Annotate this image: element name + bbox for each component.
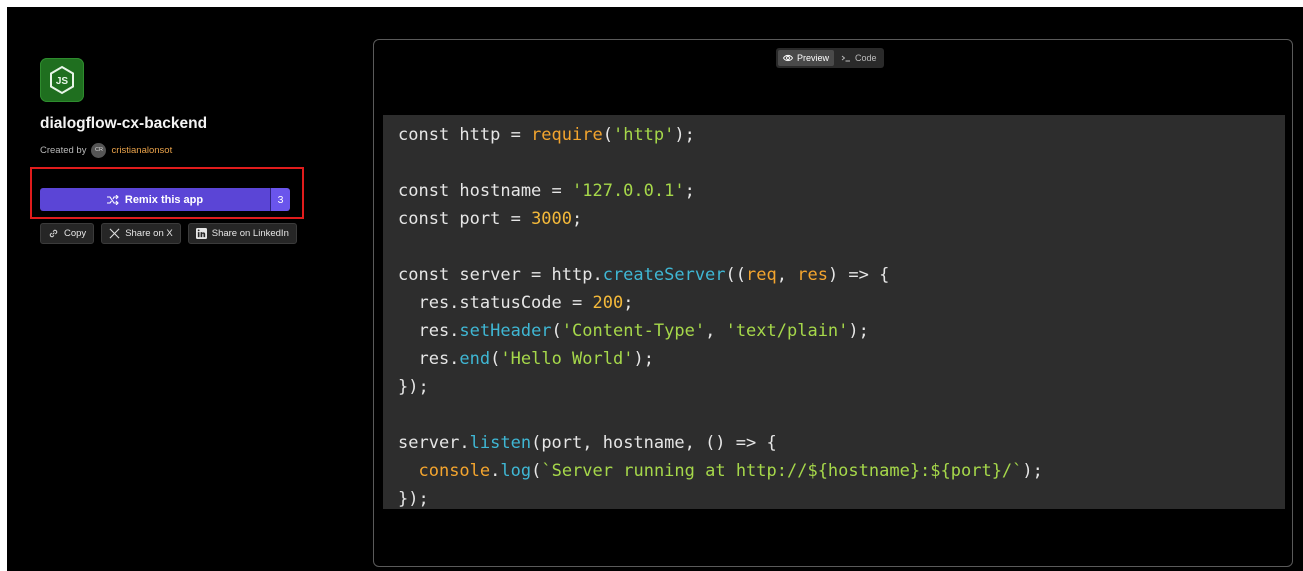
code-line: const port = 3000; [398,209,583,229]
tab-preview[interactable]: Preview [778,50,835,66]
code-line: const server = http.createServer((req, r… [398,265,890,285]
app-page: JS dialogflow-cx-backend Created by CR c… [7,7,1303,571]
nodejs-icon: JS [40,58,84,102]
share-row: Copy Share on X Share on LinkedIn [40,223,297,244]
share-x-button[interactable]: Share on X [101,223,181,244]
code-block: const http = require('http'); ​ const host… [383,115,1285,509]
creator-link[interactable]: cristianalonsot [111,145,172,156]
svg-text:JS: JS [56,76,69,87]
tab-preview-label: Preview [797,53,830,63]
remix-label: Remix this app [124,193,204,206]
created-by: Created by CR cristianalonsot [40,142,172,158]
tab-code-label: Code [855,53,877,63]
copy-label: Copy [64,228,87,239]
remix-button-group[interactable]: Remix this app 3 [40,188,290,211]
code-line: ​ [398,149,1285,177]
code-line: ​ [398,233,1285,261]
link-icon [49,229,58,238]
code-line: }); [398,489,429,509]
share-x-label: Share on X [125,228,173,239]
copy-button[interactable]: Copy [40,223,95,244]
shuffle-icon [106,194,119,205]
code-line: server.listen(port, hostname, () => { [398,433,777,453]
tab-code[interactable]: Code [836,50,882,66]
app-title: dialogflow-cx-backend [40,115,208,132]
code-line: res.statusCode = 200; [398,293,634,313]
code-line: res.end('Hello World'); [398,349,654,369]
preview-panel: Preview Code const http = require('http'… [373,39,1293,567]
terminal-icon [841,55,851,62]
x-logo-icon [109,228,120,239]
remix-button[interactable]: Remix this app [40,188,270,211]
code-line: console.log(`Server running at http://${… [418,461,1043,481]
avatar: CR [91,142,107,158]
code-line: const hostname = '127.0.0.1'; [398,181,695,201]
code-line: res.setHeader('Content-Type', 'text/plai… [398,321,869,341]
share-linkedin-label: Share on LinkedIn [211,228,289,239]
view-toggle: Preview Code [776,48,884,68]
created-by-label: Created by [40,144,87,156]
code-line: const http = require('http'); [398,125,695,145]
linkedin-icon [195,228,207,239]
code-line: }); [398,377,429,397]
share-linkedin-button[interactable]: Share on LinkedIn [187,223,297,244]
remix-count-badge: 3 [270,188,290,211]
eye-icon [783,54,793,62]
code-line: ​ [398,401,1285,429]
